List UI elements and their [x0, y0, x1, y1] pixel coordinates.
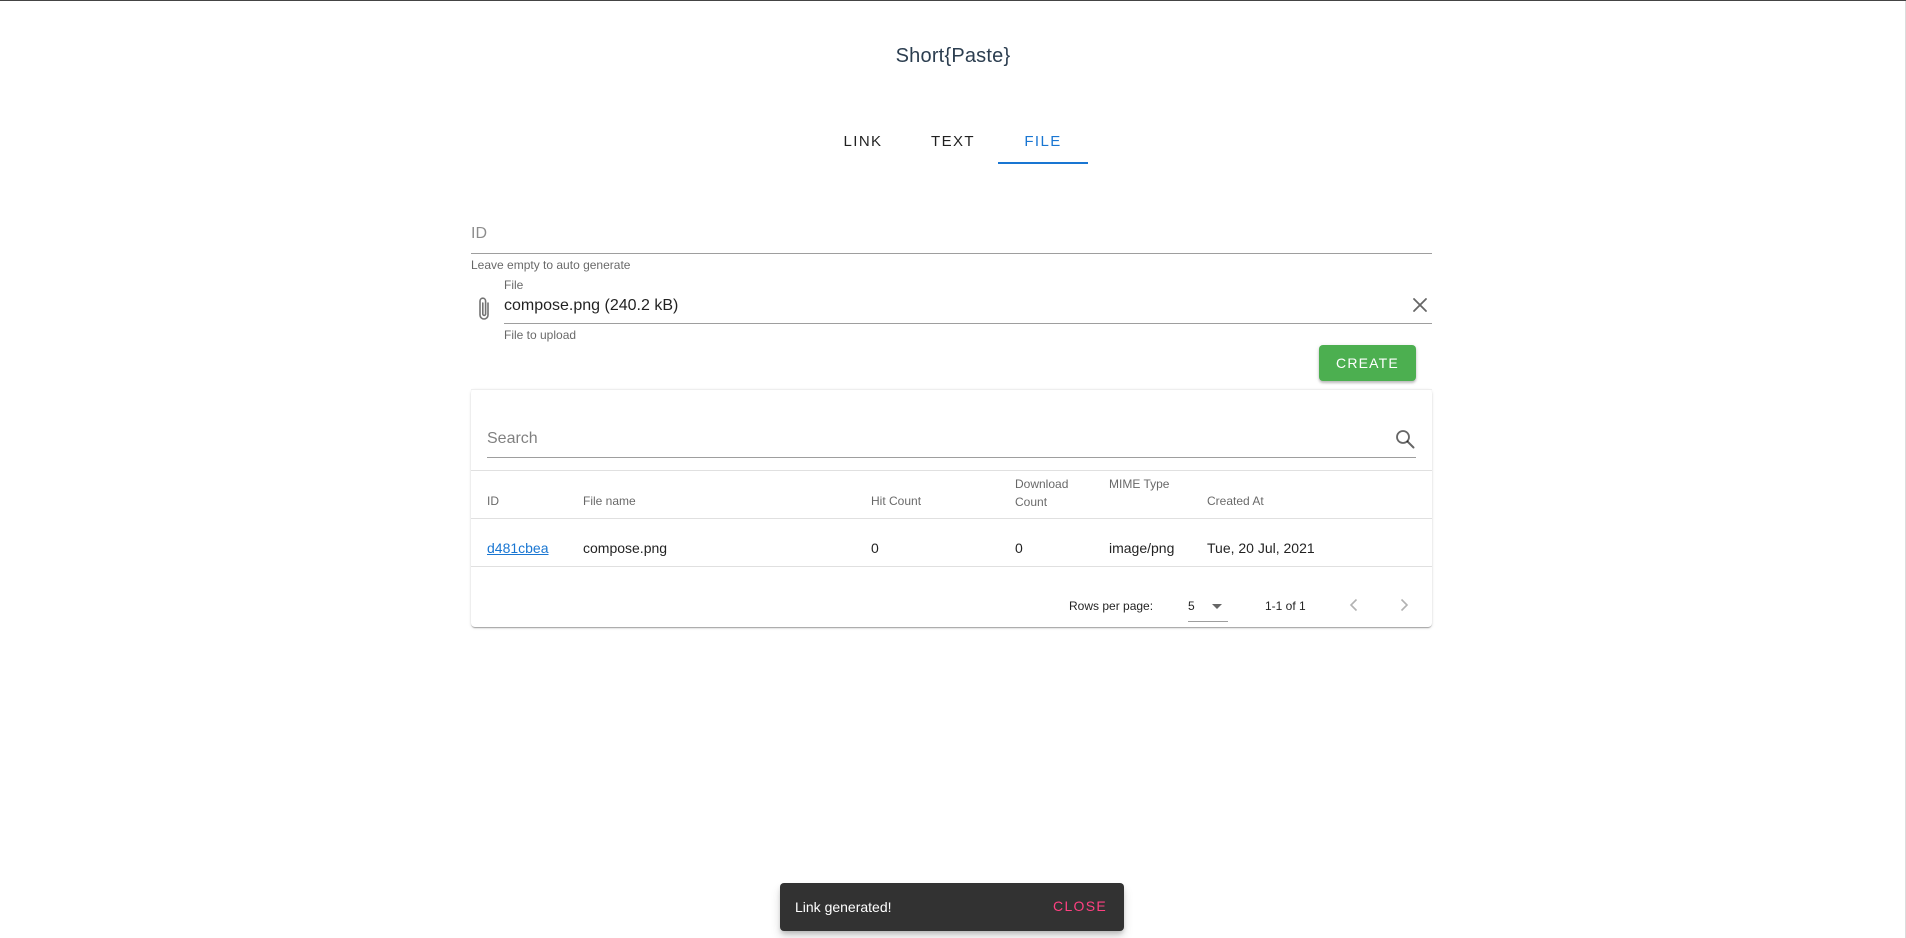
tab-file[interactable]: FILE — [998, 119, 1088, 164]
id-field[interactable]: ID — [471, 211, 1432, 254]
file-form: ID Leave empty to auto generate File com… — [471, 211, 1432, 381]
page: Short{Paste} LINK TEXT FILE ID Leave emp… — [0, 0, 1906, 938]
rows-per-page-value: 5 — [1188, 599, 1195, 613]
file-input-row: File compose.png (240.2 kB) — [471, 277, 1432, 324]
paperclip-icon[interactable] — [475, 296, 493, 322]
file-field-label: File — [504, 278, 524, 292]
chevron-left-icon[interactable] — [1346, 597, 1362, 613]
close-icon[interactable] — [1412, 297, 1428, 313]
snackbar: Link generated! CLOSE — [780, 883, 1124, 931]
files-table-card: Search ID File name Hit Count Download C… — [471, 389, 1432, 627]
rows-per-page-label: Rows per page: — [1069, 599, 1154, 613]
id-field-hint: Leave empty to auto generate — [471, 258, 631, 272]
id-field-placeholder: ID — [471, 225, 487, 242]
search-placeholder: Search — [487, 430, 538, 447]
table-footer: Rows per page: 5 1-1 of 1 — [471, 489, 1432, 627]
card-divider — [471, 389, 1432, 390]
file-field-value: compose.png (240.2 kB) — [504, 297, 679, 314]
file-field[interactable]: File compose.png (240.2 kB) — [504, 277, 1432, 324]
chevron-down-icon — [1212, 604, 1222, 609]
tab-bar: LINK TEXT FILE — [0, 119, 1906, 164]
chevron-right-icon[interactable] — [1396, 597, 1412, 613]
search-input[interactable]: Search — [487, 425, 1416, 458]
create-button[interactable]: CREATE — [1319, 345, 1416, 381]
file-field-hint: File to upload — [504, 328, 577, 342]
snackbar-message: Link generated! — [795, 899, 892, 915]
tab-text[interactable]: TEXT — [908, 119, 998, 164]
search-icon[interactable] — [1394, 428, 1416, 450]
rows-per-page-select[interactable]: 5 — [1188, 591, 1228, 622]
snackbar-close-button[interactable]: CLOSE — [1053, 898, 1107, 914]
app-title: Short{Paste} — [895, 45, 1011, 67]
table-header-top-divider — [471, 470, 1432, 471]
page-info: 1-1 of 1 — [1265, 599, 1306, 613]
tab-link[interactable]: LINK — [818, 119, 908, 164]
